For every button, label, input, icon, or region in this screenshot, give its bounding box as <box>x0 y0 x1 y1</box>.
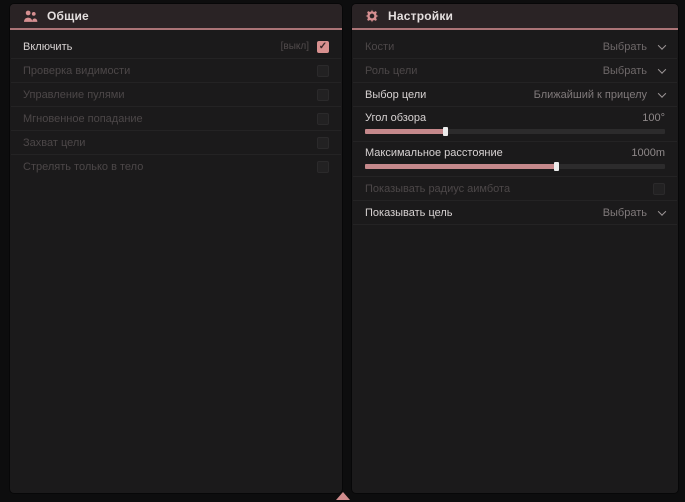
target-role-dropdown[interactable]: Выбрать <box>603 65 665 77</box>
chevron-down-icon <box>658 65 666 73</box>
row-bullet-control[interactable]: Управление пулями <box>11 83 341 107</box>
settings-panel-header: Настройки <box>352 4 678 30</box>
bones-dropdown[interactable]: Выбрать <box>603 41 665 53</box>
fov-slider-fill <box>365 129 446 134</box>
row-fov: Угол обзора 100° <box>353 107 677 142</box>
row-target-selection: Выбор цели Ближайший к прицелу <box>353 83 677 107</box>
users-icon <box>23 10 38 23</box>
row-show-target: Показывать цель Выбрать <box>353 201 677 225</box>
target-selection-label: Выбор цели <box>365 89 426 101</box>
enable-checkbox[interactable]: ✓ <box>317 41 329 53</box>
row-target-role: Роль цели Выбрать <box>353 59 677 83</box>
instant-hit-checkbox[interactable] <box>317 113 329 125</box>
show-aimbot-radius-label: Показывать радиус аимбота <box>365 183 510 195</box>
max-distance-label: Максимальное расстояние <box>365 147 503 159</box>
fov-slider[interactable] <box>365 129 665 134</box>
expand-up-arrow[interactable] <box>336 492 350 500</box>
row-show-aimbot-radius[interactable]: Показывать радиус аимбота <box>353 177 677 201</box>
bones-label: Кости <box>365 41 394 53</box>
show-target-dropdown-value: Выбрать <box>603 207 647 219</box>
bones-dropdown-value: Выбрать <box>603 41 647 53</box>
target-role-label: Роль цели <box>365 65 417 77</box>
chevron-down-icon <box>658 207 666 215</box>
row-body-only[interactable]: Стрелять только в тело <box>11 155 341 179</box>
target-selection-dropdown-value: Ближайший к прицелу <box>534 89 647 101</box>
show-target-dropdown[interactable]: Выбрать <box>603 207 665 219</box>
chevron-down-icon <box>658 89 666 97</box>
general-rows: Включить [выкл] ✓ Проверка видимости Упр… <box>10 30 342 179</box>
row-enable[interactable]: Включить [выкл] ✓ <box>11 35 341 59</box>
settings-panel-title: Настройки <box>388 9 453 23</box>
row-bones: Кости Выбрать <box>353 35 677 59</box>
general-panel-title: Общие <box>47 9 89 23</box>
visibility-check-checkbox[interactable] <box>317 65 329 77</box>
bullet-control-checkbox[interactable] <box>317 89 329 101</box>
fov-value: 100° <box>642 112 665 124</box>
general-panel: Общие Включить [выкл] ✓ Проверка видимос… <box>10 4 342 493</box>
target-lock-checkbox[interactable] <box>317 137 329 149</box>
show-aimbot-radius-checkbox[interactable] <box>653 183 665 195</box>
show-target-label: Показывать цель <box>365 207 453 219</box>
row-target-lock[interactable]: Захват цели <box>11 131 341 155</box>
body-only-label: Стрелять только в тело <box>23 161 143 173</box>
target-lock-label: Захват цели <box>23 137 85 149</box>
instant-hit-label: Мгновенное попадание <box>23 113 143 125</box>
max-distance-slider[interactable] <box>365 164 665 169</box>
enable-hotkey-badge[interactable]: [выкл] <box>281 41 309 52</box>
gear-icon <box>365 9 379 23</box>
enable-label: Включить <box>23 41 72 53</box>
fov-slider-handle[interactable] <box>443 127 448 136</box>
row-instant-hit[interactable]: Мгновенное попадание <box>11 107 341 131</box>
settings-panel: Настройки Кости Выбрать Роль цели Выбрат… <box>352 4 678 493</box>
row-visibility-check[interactable]: Проверка видимости <box>11 59 341 83</box>
max-distance-value: 1000m <box>631 147 665 159</box>
row-max-distance: Максимальное расстояние 1000m <box>353 142 677 177</box>
target-selection-dropdown[interactable]: Ближайший к прицелу <box>534 89 665 101</box>
max-distance-slider-handle[interactable] <box>554 162 559 171</box>
settings-rows: Кости Выбрать Роль цели Выбрать Выбор це… <box>352 30 678 225</box>
bullet-control-label: Управление пулями <box>23 89 125 101</box>
fov-label: Угол обзора <box>365 112 426 124</box>
target-role-dropdown-value: Выбрать <box>603 65 647 77</box>
general-panel-header: Общие <box>10 4 342 30</box>
chevron-down-icon <box>658 41 666 49</box>
max-distance-slider-fill <box>365 164 557 169</box>
visibility-check-label: Проверка видимости <box>23 65 130 77</box>
body-only-checkbox[interactable] <box>317 161 329 173</box>
